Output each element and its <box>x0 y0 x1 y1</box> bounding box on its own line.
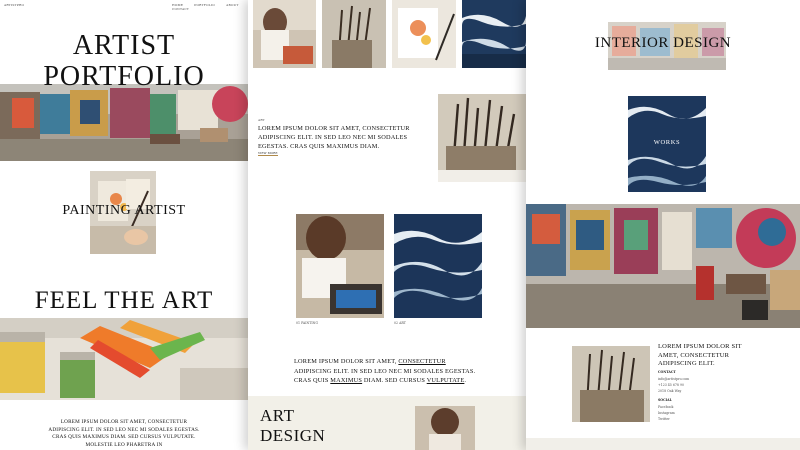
thumb-blue-abstract <box>462 0 526 68</box>
main-nav: HOME PORTFOLIO ABOUT CONTACT <box>162 3 248 11</box>
panel-interior-design: INTERIOR DESIGN WORKS LOREM IPSUM DOLOR … <box>526 0 800 450</box>
art-design-line1: ART <box>260 406 295 425</box>
link-vulputate[interactable]: VULPUTATE <box>427 377 465 384</box>
caption-painting: 01 PAINTING <box>296 321 318 325</box>
panel-artist-portfolio: ARTISTPRO HOME PORTFOLIO ABOUT CONTACT A… <box>0 0 248 450</box>
body-text-part: LOREM IPSUM DOLOR SIT AMET, <box>294 358 399 365</box>
art-design-line2: DESIGN <box>260 426 326 445</box>
contact-brushes-photo <box>572 346 650 422</box>
hero-title-line1: ARTIST <box>72 30 176 61</box>
social-heading: SOCIAL <box>658 398 672 402</box>
hero-title-line2: PORTFOLIO <box>43 61 205 92</box>
works-label[interactable]: WORKS <box>628 139 706 146</box>
paint-jars-photo <box>0 318 248 400</box>
nav-item-contact[interactable]: CONTACT <box>172 7 189 11</box>
footer-text: LOREM IPSUM DOLOR SIT AMET, CONSECTETUR … <box>48 419 200 448</box>
nav-item-portfolio[interactable]: PORTFOLIO <box>194 3 215 7</box>
thumb-brushes <box>322 0 386 68</box>
body-text-part: . <box>464 377 467 384</box>
site-logo[interactable]: ARTISTPRO <box>4 3 24 7</box>
caption-art: 02 ART <box>394 321 406 325</box>
link-consectetur[interactable]: CONSECTETUR <box>398 358 445 365</box>
artist-portrait-photo <box>415 406 475 450</box>
contact-intro-text: LOREM IPSUM DOLOR SIT AMET, CONSECTETUR … <box>658 343 742 367</box>
studio-photo <box>0 84 248 161</box>
view-more-button[interactable]: VIEW MORE <box>258 151 278 156</box>
artist-painting-photo <box>296 214 384 318</box>
body-text: LOREM IPSUM DOLOR SIT AMET, CONSECTETUR … <box>294 357 480 386</box>
banner-title: FEEL THE ART <box>34 287 214 314</box>
social-list: Facebook Instagram Twitter <box>658 404 675 422</box>
social-link-twitter[interactable]: Twitter <box>658 416 675 422</box>
subtitle: PAINTING ARTIST <box>62 203 186 218</box>
intro-text: LOREM IPSUM DOLOR SIT AMET, CONSECTETUR … <box>258 125 410 150</box>
studio-interior-photo <box>526 204 800 328</box>
thumb-sketchbook <box>392 0 456 68</box>
panel-art-gallery: ART LOREM IPSUM DOLOR SIT AMET, CONSECTE… <box>248 0 526 450</box>
art-design-title: ART DESIGN <box>260 406 325 446</box>
body-text-part: DIAM. SED CURSUS <box>362 377 427 384</box>
link-maximus[interactable]: MAXIMUS <box>330 377 362 384</box>
footer-strip <box>526 438 800 450</box>
contact-list: info@artistpro.com +123 45 678 90 2018 O… <box>658 376 689 394</box>
brushes-photo <box>438 94 526 182</box>
hero-title: ARTIST PORTFOLIO <box>0 30 248 92</box>
ocean-painting-photo <box>394 214 482 318</box>
small-label: ART <box>258 118 265 122</box>
interior-title: INTERIOR DESIGN <box>594 35 732 51</box>
nav-item-about[interactable]: ABOUT <box>226 3 238 7</box>
contact-address: 2018 Oak Way <box>658 389 682 393</box>
thumb-artist-drawing <box>253 0 316 68</box>
contact-heading: CONTACT <box>658 370 676 374</box>
